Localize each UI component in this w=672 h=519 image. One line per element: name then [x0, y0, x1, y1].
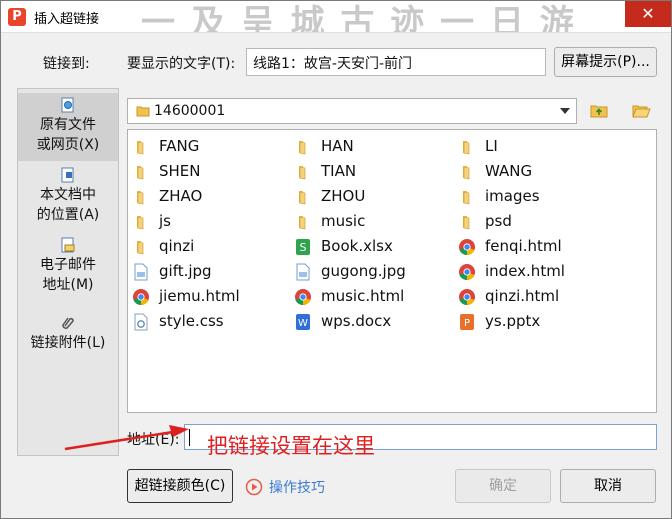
file-name: js — [159, 212, 171, 230]
file-name: jiemu.html — [159, 287, 240, 305]
svg-text:P: P — [464, 318, 470, 329]
folder-icon — [137, 191, 144, 205]
file-name: LI — [485, 137, 498, 155]
link-type-sidebar: 原有文件 或网页(X) 本文档中 的位置(A) 电子邮件 地址(M) 链接附件(… — [17, 88, 119, 456]
file-name: style.css — [159, 312, 224, 330]
folder-icon — [299, 216, 306, 230]
folder-icon — [299, 141, 306, 155]
file-name: SHEN — [159, 162, 201, 180]
file-name: music — [321, 212, 366, 230]
folder-icon — [137, 166, 144, 180]
folder-icon — [136, 106, 150, 117]
presentation-file-icon: P — [460, 314, 474, 330]
sidebar-item-label: 的位置(A) — [36, 207, 100, 223]
file-name: Book.xlsx — [321, 237, 393, 255]
spreadsheet-file-icon: S — [296, 239, 310, 255]
title-bar[interactable]: 一 及 呈 城 古 迹 一 日 游 P 插入超链接 ✕ — [1, 1, 671, 33]
file-name: fenqi.html — [485, 237, 562, 255]
cancel-button[interactable]: 取消 — [560, 469, 656, 503]
tips-link[interactable]: 操作技巧 — [269, 477, 325, 497]
chrome-html-icon — [459, 264, 475, 281]
svg-text:S: S — [300, 241, 307, 254]
email-icon — [61, 237, 75, 253]
image-file-icon — [134, 263, 148, 281]
chrome-html-icon — [459, 289, 475, 306]
window-title: 插入超链接 — [34, 12, 100, 27]
sidebar-item-label: 本文档中 — [40, 187, 96, 203]
web-page-icon — [61, 97, 74, 113]
folder-icon — [299, 166, 306, 180]
folder-icon — [137, 216, 144, 230]
sidebar-item-email[interactable]: 电子邮件 地址(M) — [18, 235, 118, 305]
file-name: images — [485, 187, 540, 205]
sidebar-item-label: 或网页(X) — [36, 137, 100, 153]
file-name: ZHOU — [321, 187, 366, 205]
sidebar-item-label: 地址(M) — [42, 277, 94, 293]
folder-icon — [463, 216, 470, 230]
play-icon[interactable] — [245, 478, 263, 496]
file-list[interactable]: FANG HAN LI SHEN TIAN WANG ZHAO ZHOU images js mus… — [127, 129, 657, 413]
file-name: gift.jpg — [159, 262, 212, 280]
file-name: qinzi — [159, 237, 195, 255]
folder-icon — [463, 141, 470, 155]
file-name: wps.docx — [321, 312, 392, 330]
sidebar-item-attachment[interactable]: 链接附件(L) — [18, 313, 118, 357]
file-name: ZHAO — [159, 187, 203, 205]
paperclip-icon — [62, 317, 74, 329]
browse-folder-icon[interactable] — [631, 101, 651, 121]
sidebar-item-label: 链接附件(L) — [30, 335, 106, 351]
display-text-label: 要显示的文字(T): — [127, 56, 236, 72]
file-name: gugong.jpg — [321, 262, 406, 280]
annotation-text: 把链接设置在这里 — [207, 434, 375, 458]
folder-icon — [463, 191, 470, 205]
file-name: WANG — [485, 162, 533, 180]
document-file-icon: W — [296, 314, 310, 330]
file-name: index.html — [485, 262, 565, 280]
sidebar-item-document-location[interactable]: 本文档中 的位置(A) — [18, 165, 118, 231]
link-to-label: 链接到: — [43, 56, 90, 72]
ok-button[interactable]: 确定 — [455, 469, 551, 503]
sidebar-item-existing-file[interactable]: 原有文件 或网页(X) — [18, 93, 118, 161]
chevron-down-icon[interactable] — [560, 108, 570, 114]
screen-tip-button[interactable]: 屏幕提示(P)... — [554, 47, 657, 77]
file-name: HAN — [321, 137, 354, 155]
svg-text:W: W — [298, 318, 308, 329]
chrome-html-icon — [295, 289, 311, 306]
close-button[interactable]: ✕ — [625, 1, 671, 27]
file-name: TIAN — [321, 162, 357, 180]
parent-folder-icon[interactable] — [589, 101, 609, 121]
image-file-icon — [296, 263, 310, 281]
file-name: music.html — [321, 287, 405, 305]
folder-icon — [463, 166, 470, 180]
background-document-text: 一 及 呈 城 古 迹 一 日 游 — [141, 3, 576, 33]
folder-icon — [137, 241, 144, 255]
file-name: psd — [485, 212, 512, 230]
sidebar-item-label: 电子邮件 — [40, 257, 96, 273]
insert-hyperlink-dialog: 一 及 呈 城 古 迹 一 日 游 P 插入超链接 ✕ 链接到: 要显示的文字(… — [0, 0, 672, 519]
folder-icon — [137, 141, 144, 155]
display-text-input[interactable]: 线路1：故宫-天安门-前门 — [246, 48, 546, 76]
wps-logo-icon: P — [8, 8, 26, 26]
file-name: ys.pptx — [485, 312, 541, 330]
chrome-html-icon — [459, 239, 475, 256]
document-location-icon — [61, 167, 74, 183]
link-color-button[interactable]: 超链接颜色(C) — [127, 469, 233, 503]
annotation-arrow-icon — [64, 425, 189, 451]
folder-icon — [299, 191, 306, 205]
chrome-html-icon — [133, 289, 149, 306]
css-file-icon — [134, 313, 148, 331]
path-value: 14600001 — [154, 103, 226, 119]
sidebar-item-label: 原有文件 — [40, 117, 96, 133]
file-name: qinzi.html — [485, 287, 560, 305]
file-name: FANG — [159, 137, 200, 155]
path-dropdown[interactable]: 14600001 — [127, 98, 577, 124]
